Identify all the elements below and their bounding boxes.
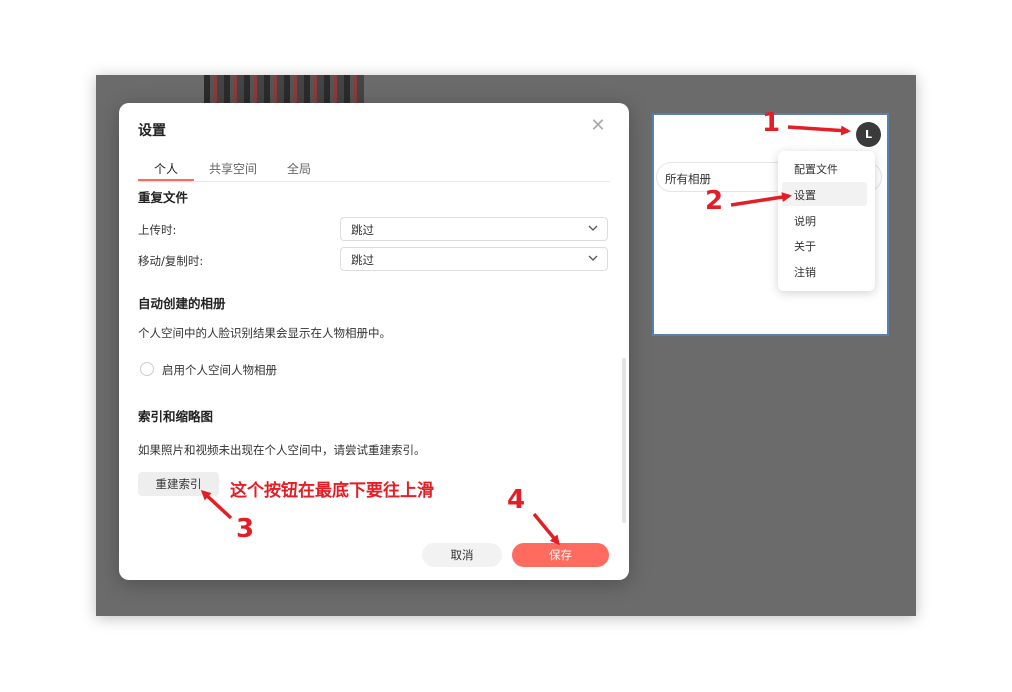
arrow-to-avatar — [787, 125, 851, 136]
arrow-to-save-button — [532, 512, 560, 546]
annotation-arrows — [200, 125, 851, 546]
arrow-to-settings-item — [730, 192, 792, 207]
arrow-to-rebuild-button — [200, 489, 233, 520]
